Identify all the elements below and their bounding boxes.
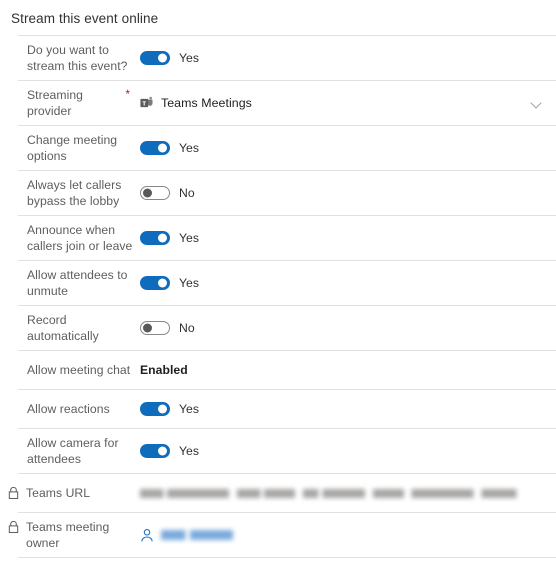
field-label-cell: Allow attendees to unmute	[18, 261, 140, 305]
required-asterisk: *	[125, 87, 130, 101]
toggle-state-label: Yes	[179, 141, 200, 155]
toggle-group-change-meeting-options: Yes	[140, 141, 199, 155]
field-label: Allow attendees to unmute	[27, 268, 128, 298]
table-row: Allow attendees to unmute Yes	[18, 261, 556, 306]
table-row: Record automatically No	[18, 306, 556, 351]
table-row: Teams URL	[8, 474, 556, 513]
toggle-knob	[158, 278, 167, 288]
toggle-group-stream-event: Yes	[140, 51, 199, 65]
toggle-group-allow-unmute: Yes	[140, 276, 199, 290]
toggle-group-allow-camera: Yes	[140, 444, 199, 458]
toggle-record-automatically[interactable]	[140, 321, 170, 335]
lock-icon	[7, 520, 20, 534]
table-row: Allow camera for attendees Yes	[18, 429, 556, 474]
table-row: Change meeting options Yes	[18, 126, 556, 171]
toggle-allow-attendees-to-unmute[interactable]	[140, 276, 170, 290]
toggle-knob	[158, 404, 167, 414]
field-label: Announce when callers join or leave	[27, 223, 133, 253]
streaming-provider-value: Teams Meetings	[161, 96, 252, 110]
field-value-cell: Yes	[140, 135, 556, 161]
field-label: Allow meeting chat	[27, 363, 131, 377]
toggle-group-announce-callers: Yes	[140, 231, 199, 245]
table-row: Announce when callers join or leave Yes	[18, 216, 556, 261]
field-label-cell: Allow camera for attendees	[18, 429, 140, 473]
table-row: Do you want to stream this event? Yes	[18, 36, 556, 81]
table-row: Allow meeting chat Enabled	[18, 351, 556, 390]
table-row: Teams meeting owner	[8, 513, 556, 558]
field-value-cell: No	[140, 315, 556, 341]
toggle-state-label: No	[179, 321, 195, 335]
field-label: Teams meeting owner	[26, 520, 110, 550]
allow-meeting-chat-value: Enabled	[140, 363, 188, 377]
field-label-cell: Do you want to stream this event?	[18, 36, 140, 80]
field-label: Always let callers bypass the lobby	[27, 178, 122, 208]
toggle-allow-reactions[interactable]	[140, 402, 170, 416]
teams-icon	[140, 96, 154, 110]
lock-icon	[7, 486, 20, 500]
toggle-knob	[143, 323, 152, 333]
toggle-knob	[143, 188, 152, 198]
toggle-knob	[158, 53, 167, 63]
table-row: Streaming provider * Teams Meetings	[18, 81, 556, 126]
field-label-cell: Streaming provider *	[18, 81, 140, 125]
field-label-cell: Announce when callers join or leave	[18, 216, 140, 260]
toggle-change-meeting-options[interactable]	[140, 141, 170, 155]
field-label-cell: Record automatically	[18, 306, 140, 350]
field-label-cell: Teams URL	[6, 479, 140, 507]
streaming-provider-select[interactable]: Teams Meetings	[140, 96, 252, 110]
field-label: Streaming provider	[27, 88, 83, 118]
toggle-state-label: Yes	[179, 402, 200, 416]
toggle-always-let-callers-bypass-lobby[interactable]	[140, 186, 170, 200]
teams-meeting-owner-value-redacted	[161, 530, 233, 540]
person-icon	[140, 528, 154, 543]
field-label: Change meeting options	[27, 133, 118, 163]
settings-rows: Do you want to stream this event? Yes St…	[8, 35, 556, 558]
toggle-knob	[158, 446, 167, 456]
field-label: Do you want to stream this event?	[27, 43, 128, 73]
toggle-group-allow-reactions: Yes	[140, 402, 199, 416]
field-value-cell: Yes	[140, 396, 556, 422]
field-label-cell: Change meeting options	[18, 126, 140, 170]
teams-meeting-owner-persona[interactable]	[140, 528, 233, 543]
toggle-allow-camera-for-attendees[interactable]	[140, 444, 170, 458]
field-label: Allow camera for attendees	[27, 436, 119, 466]
field-value-cell: Yes	[140, 45, 556, 71]
toggle-knob	[158, 233, 167, 243]
chevron-down-icon[interactable]	[531, 98, 542, 109]
toggle-knob	[158, 143, 167, 153]
field-label-cell: Teams meeting owner	[6, 513, 140, 557]
toggle-state-label: No	[179, 186, 195, 200]
toggle-stream-this-event[interactable]	[140, 51, 170, 65]
toggle-state-label: Yes	[179, 444, 200, 458]
field-value-cell: Yes	[140, 270, 556, 296]
field-value-cell: Yes	[140, 438, 556, 464]
toggle-group-bypass-lobby: No	[140, 186, 195, 200]
page-title: Stream this event online	[11, 11, 159, 26]
field-label: Allow reactions	[27, 402, 110, 416]
toggle-group-record-automatically: No	[140, 321, 195, 335]
field-value-cell: No	[140, 180, 556, 206]
table-row: Always let callers bypass the lobby No	[18, 171, 556, 216]
field-label: Teams URL	[26, 486, 91, 500]
field-value-cell[interactable]: Teams Meetings	[140, 90, 556, 116]
field-value-cell: Enabled	[140, 357, 556, 383]
table-row: Allow reactions Yes	[18, 390, 556, 429]
stream-event-online-panel: Stream this event online Do you want to …	[0, 0, 556, 558]
field-label-cell: Allow meeting chat	[18, 356, 140, 384]
field-value-cell	[140, 483, 556, 504]
toggle-state-label: Yes	[179, 231, 200, 245]
field-label: Record automatically	[27, 313, 99, 343]
toggle-state-label: Yes	[179, 51, 200, 65]
panel-bottom-spacer	[0, 558, 556, 576]
field-label-cell: Allow reactions	[18, 395, 140, 423]
teams-url-value-redacted	[140, 488, 528, 498]
field-label-cell: Always let callers bypass the lobby	[18, 171, 140, 215]
field-value-cell	[140, 522, 556, 549]
toggle-state-label: Yes	[179, 276, 200, 290]
toggle-announce-when-callers-join-or-leave[interactable]	[140, 231, 170, 245]
field-value-cell: Yes	[140, 225, 556, 251]
